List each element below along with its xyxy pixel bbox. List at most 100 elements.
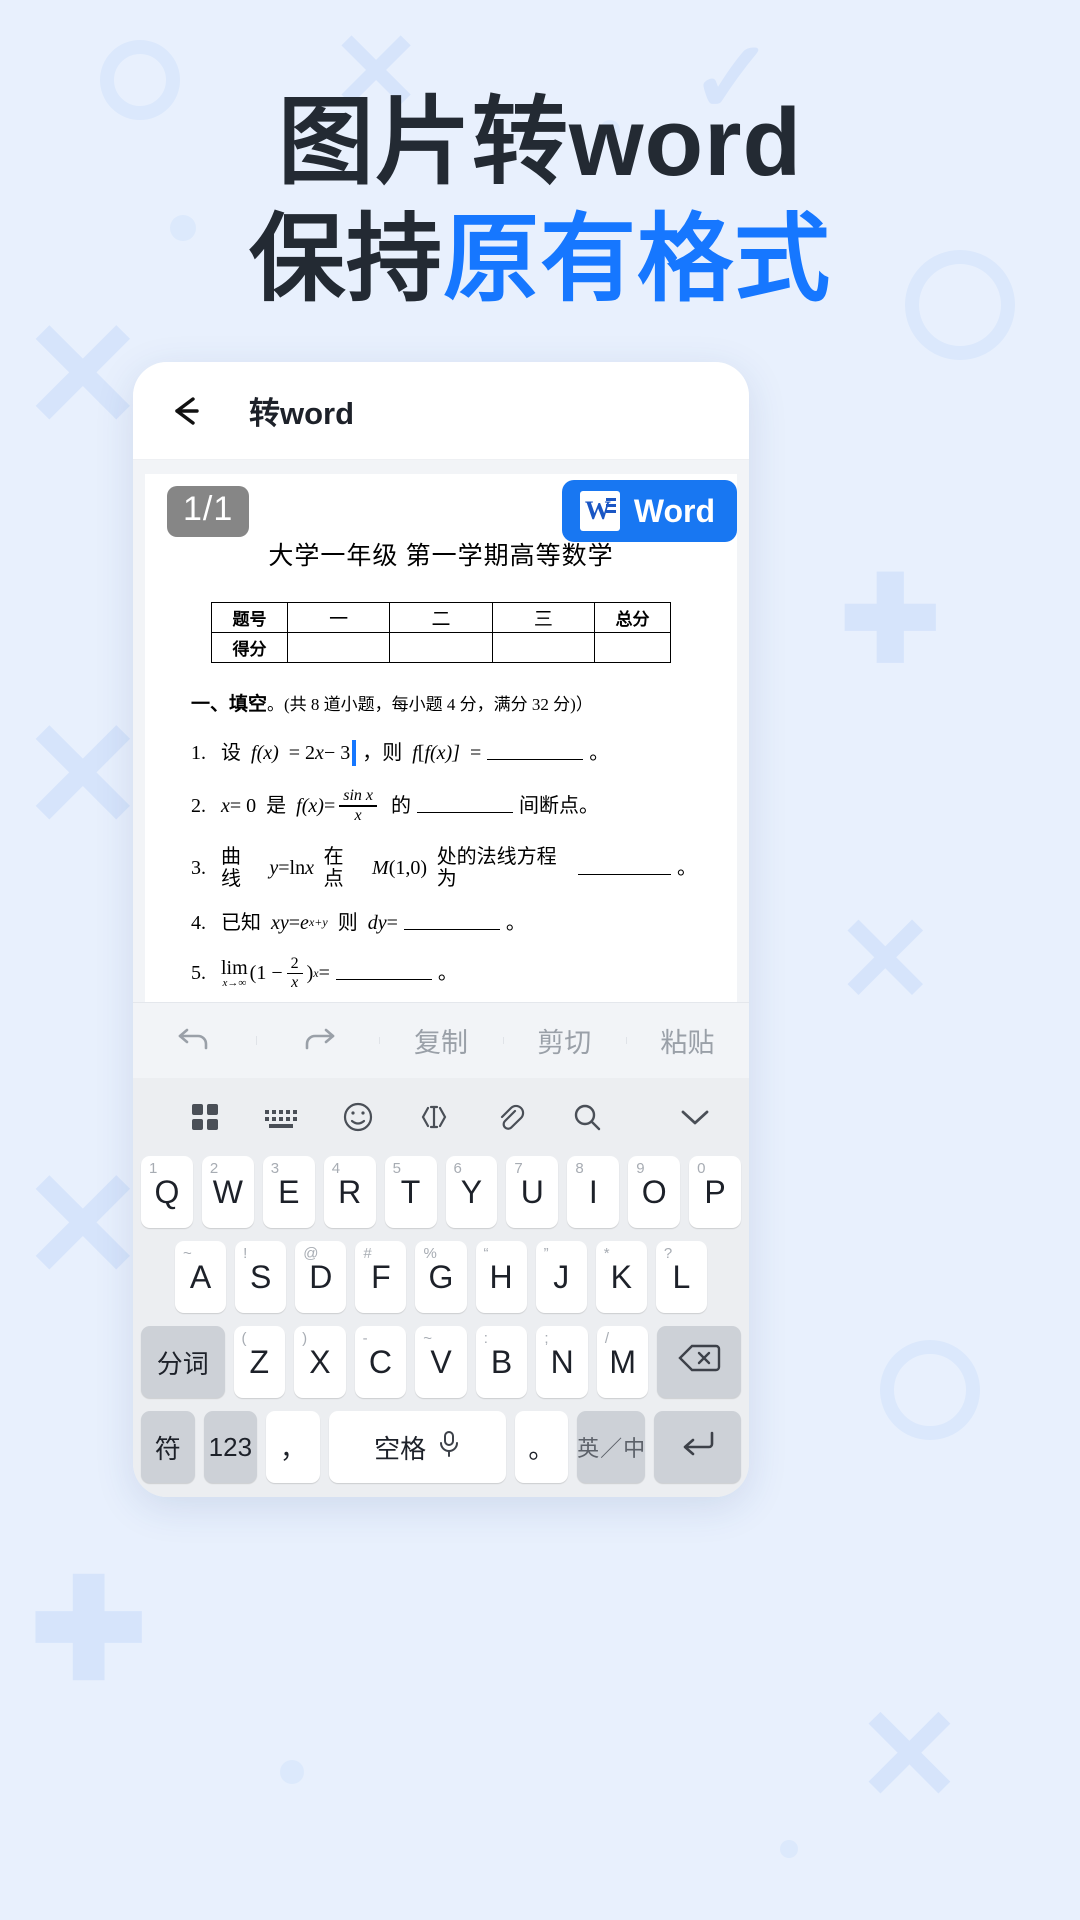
emoji-icon[interactable] [320,1100,396,1134]
key-label: V [430,1343,452,1380]
export-word-button[interactable]: W Word [561,480,737,542]
key-J[interactable]: ” J [535,1241,587,1313]
key-L[interactable]: ? L [655,1241,707,1313]
key-R[interactable]: 4R [323,1156,376,1228]
fraction: 2 x [286,955,303,992]
key-numbers[interactable]: 123 [203,1411,258,1483]
search-icon[interactable] [549,1100,625,1134]
key-G[interactable]: % G [415,1241,467,1313]
key-M[interactable]: / M [596,1326,649,1398]
formula-part: e [300,911,309,934]
key-label: K [610,1258,632,1295]
key-label: Y [460,1173,483,1210]
section-heading-label: 一、填空 [191,694,268,715]
key-B[interactable]: :B [475,1326,528,1398]
key-X[interactable]: ) X [294,1326,346,1398]
key-T[interactable]: 5T [384,1156,437,1228]
grid-icon[interactable] [167,1100,243,1134]
headline-line-2-dark: 保持 [249,206,443,314]
key-O[interactable]: 9O [628,1156,681,1228]
key-symbols[interactable]: 符 [141,1411,195,1483]
key-label: J [553,1258,570,1295]
paste-button[interactable]: 粘贴 [625,1021,749,1060]
question-index: 2. [191,794,206,817]
redo-button[interactable] [256,1020,379,1061]
key-S[interactable]: ! S [235,1241,287,1313]
key-D[interactable]: @ D [295,1241,347,1313]
document-viewer: 1/1 W Word 大学一年级 第一学期高等数学 题号 一 二 三 总分 得分… [133,460,749,1002]
key-language-toggle[interactable]: 英 ／ 中 [577,1411,646,1483]
question-text: ，则 [362,742,403,764]
export-word-label: Word [633,492,715,529]
key-hint: ~ [423,1330,432,1347]
promo-headline: 图片转word 保持原有格式 [0,84,1080,318]
key-N[interactable]: ; N [536,1326,588,1398]
cut-button[interactable]: 剪切 [502,1021,626,1060]
formula-part: − 3 [323,742,351,764]
key-F[interactable]: # F [355,1241,407,1313]
key-label: H [489,1258,513,1295]
copy-button[interactable]: 复制 [379,1021,502,1060]
limit-symbol: lim [221,956,248,979]
key-backspace[interactable] [657,1326,741,1398]
key-hint: 5 [392,1160,401,1177]
key-P[interactable]: 0P [689,1156,742,1228]
key-K[interactable]: * K [595,1241,647,1313]
fraction-denominator: x [291,974,299,991]
formula-part: ln [289,856,306,879]
limit-subscript: x→∞ [222,976,247,989]
document-page[interactable]: 1/1 W Word 大学一年级 第一学期高等数学 题号 一 二 三 总分 得分… [145,474,737,1002]
formula-part: = [318,962,330,985]
key-hint: 1 [148,1160,158,1177]
mic-icon[interactable] [438,1429,460,1466]
key-label: F [371,1258,391,1295]
question-text: 曲线 [221,845,241,890]
key-C[interactable]: -C [354,1326,407,1398]
table-row-header: 题号 [211,602,288,633]
formula-exponent: x+y [308,914,328,929]
keyboard-row-1: 1Q 2W 3E 4R 5T 6Y 7U 8I 9O 0P [133,1156,749,1228]
text-cursor-icon[interactable] [396,1100,472,1134]
key-label: P [704,1173,726,1210]
key-word-segment[interactable]: 分词 [141,1326,225,1398]
formula-part: (1 − [249,962,283,985]
key-enter[interactable] [654,1411,741,1483]
key-label: X [309,1343,331,1380]
question-text: 。 [676,856,697,879]
headline-line-1: 图片转word [277,89,803,196]
arrow-left-icon[interactable] [167,391,207,431]
keyboard-row-2: ~ A ! S @ D # F % G “H ” J * K ? L [133,1241,749,1313]
headline-line-2: 保持原有格式 [0,201,1080,318]
key-Q[interactable]: 1Q [140,1156,193,1228]
question-item: 5. lim x→∞ (1 − 2 x ) x = 。 [191,955,697,992]
table-row-header: 得分 [211,632,288,663]
key-label: R [338,1173,362,1210]
question-text: 已知 [221,911,261,934]
chevron-down-icon[interactable] [625,1104,715,1130]
language-toggle-stack: 英 ／ 中 [577,1431,645,1463]
key-U[interactable]: 7U [506,1156,559,1228]
key-Z[interactable]: (Z [233,1326,286,1398]
key-E[interactable]: 3E [262,1156,315,1228]
key-H[interactable]: “H [475,1241,527,1313]
key-space[interactable]: 空格 [328,1411,506,1483]
key-period[interactable]: 。 [514,1411,569,1483]
answer-blank [403,916,500,930]
key-W[interactable]: 2W [201,1156,254,1228]
phone-mockup: 转word 1/1 W Word 大学一年级 第一学期高等数学 题号 一 二 三… [133,362,749,1497]
key-label: M [609,1343,637,1380]
key-V[interactable]: ~ V [415,1326,467,1398]
undo-button[interactable] [133,1020,256,1061]
formula-part: = 0 [229,794,257,817]
key-I[interactable]: 8I [567,1156,620,1228]
key-label: S [249,1258,272,1295]
key-Y[interactable]: 6Y [445,1156,498,1228]
table-cell: 三 [491,602,596,633]
section-heading-detail: 。(共 8 道小题，每小题 4 分，满分 32 分)） [267,695,593,714]
clip-icon[interactable] [472,1100,548,1134]
key-comma[interactable]: ， [266,1411,320,1483]
key-label: U [520,1173,544,1210]
backspace-icon [677,1342,721,1382]
key-A[interactable]: ~ A [175,1241,227,1313]
keyboard-icon[interactable] [243,1102,319,1132]
